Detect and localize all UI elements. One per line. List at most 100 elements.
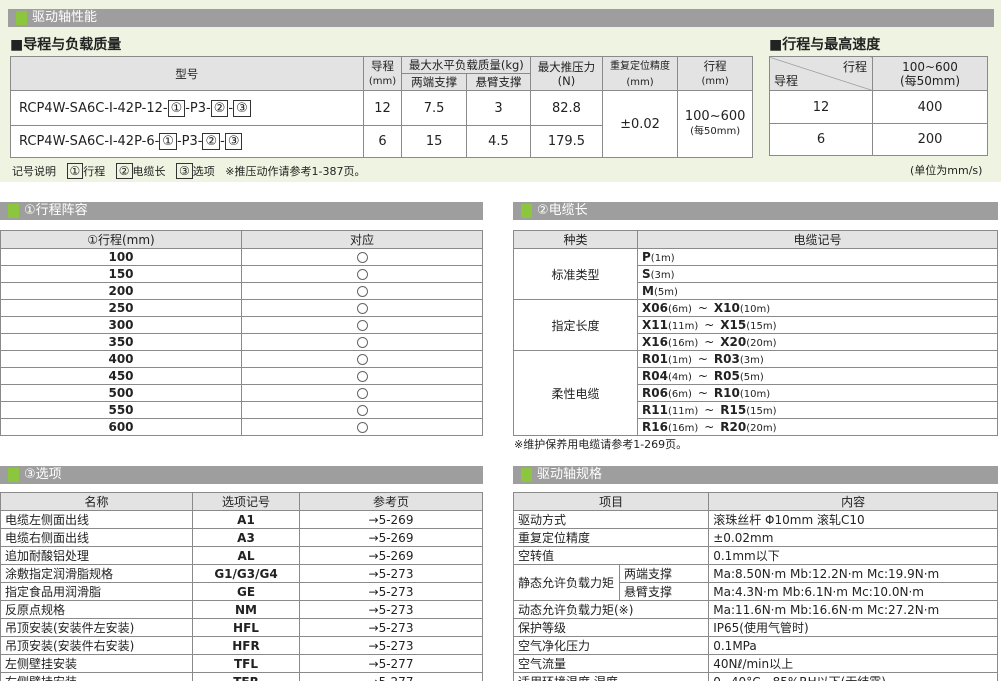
lead-load-table: 型号 导程 (mm) 最大水平负载质量(kg) 最大推压力 (N) 重复定位精度 (m…: [10, 56, 753, 158]
option-page-link[interactable]: →5-269: [299, 528, 483, 547]
stroke-value-cell: 600: [0, 418, 242, 436]
table-row: 6 200: [769, 123, 988, 156]
table-row: 右侧壁挂安装TFR→5-277: [0, 672, 483, 681]
option-page-link[interactable]: →5-269: [299, 546, 483, 565]
table-row: 200: [0, 282, 483, 300]
table-row: 驱动方式 滚珠丝杆 Φ10mm 滚轧C10: [512, 510, 998, 529]
cable-code-cell: R06(6m) ~ R10(10m): [637, 384, 998, 402]
table-row: 电缆右侧面出线 A3 →5-269: [0, 528, 483, 547]
option-code-cell: HFL: [192, 618, 300, 637]
support-cell: [241, 367, 483, 385]
option-page-link[interactable]: →5-277: [299, 672, 483, 681]
circle-mark-icon: [356, 388, 368, 399]
cable-code-cell: R16(16m) ~ R20(20m): [637, 418, 998, 436]
col-spec-content: 内容: [708, 492, 998, 511]
option-table: 名称 选项记号 参考页 电缆左侧面出线 A1 →5-269 电缆右侧面出线 A3 →5-2…: [0, 492, 483, 681]
circle-mark-icon: [356, 286, 368, 297]
stroke-speed-title: ■行程与最高速度: [769, 37, 881, 53]
option-name-cell: 左侧壁挂安装: [0, 654, 193, 673]
table-row: 指定长度 X06(6m) ~ X10(10m): [513, 299, 998, 351]
col-max-load: 最大水平负载质量(kg): [401, 56, 532, 74]
support-cell: [241, 316, 483, 334]
stroke-value-cell: 300: [0, 316, 242, 334]
col-cable-type: 种类: [513, 230, 638, 249]
circle-mark-icon: [356, 320, 368, 331]
table-row: 300: [0, 316, 483, 334]
support-cell: [241, 350, 483, 368]
col-both-support: 两端支撑: [401, 73, 467, 91]
table-row: 100: [0, 248, 483, 266]
option-page-link[interactable]: →5-273: [299, 600, 483, 619]
option-name-cell: 反原点规格: [0, 600, 193, 619]
circle-mark-icon: [356, 405, 368, 416]
option-code-cell: TFR: [192, 672, 300, 681]
speed-unit-note: (单位为mm/s): [910, 164, 983, 177]
diagonal-header: 行程 导程: [769, 56, 873, 91]
stroke-value-cell: 250: [0, 299, 242, 317]
stroke-cell: 100~600 (每50mm): [677, 90, 753, 158]
circle-mark-icon: [356, 303, 368, 314]
stroke-value-cell: 100: [0, 248, 242, 266]
repeat-cell: ±0.02: [601, 90, 679, 158]
table-row: 左侧壁挂安装 TFL →5-277: [0, 654, 483, 673]
circle-mark-icon: [356, 354, 368, 365]
table-row: 400: [0, 350, 483, 368]
col-cantilever: 悬臂支撑: [465, 73, 532, 91]
cable-table: 种类 电缆记号 标准类型 P(1m) S(3m) M(5m) 指定长度 X06(6m) ~ X…: [513, 230, 998, 436]
stroke-value-cell: 450: [0, 367, 242, 385]
cable-code-cell: X11(11m) ~ X15(15m): [637, 316, 998, 334]
table-row: 吊顶安装(安装件左安装) HFL →5-273: [0, 618, 483, 637]
option-code-cell: AL: [192, 546, 300, 565]
option-page-link[interactable]: →5-277: [299, 654, 483, 673]
option-page-link[interactable]: →5-273: [299, 582, 483, 601]
option-page-link[interactable]: →5-273: [299, 636, 483, 655]
option-code-cell: A1: [192, 510, 300, 529]
spec-section-title: 驱动轴规格: [537, 467, 603, 482]
table-row: 空气流量 40Nℓ/min以上: [512, 654, 998, 673]
option-name-cell: 追加耐酸铝处理: [0, 546, 193, 565]
option-page-link[interactable]: →5-273: [299, 564, 483, 583]
support-cell: [241, 333, 483, 351]
cable-code-cell: R11(11m) ~ R15(15m): [637, 401, 998, 419]
both-load-cell: 7.5: [401, 90, 467, 126]
option-code-cell: GE: [192, 582, 300, 601]
stroke-value-cell: 500: [0, 384, 242, 402]
table-row: 指定食品用润滑脂 GE →5-273: [0, 582, 483, 601]
col-cable-code: 电缆记号: [637, 230, 998, 249]
performance-panel: 驱动轴性能 ■导程与负载质量 ■行程与最高速度 型号 导程 (mm) 最大水平负载…: [0, 0, 1001, 182]
option-code-cell: TFL: [192, 654, 300, 673]
table-row: 柔性电缆 R01(1m) ~ R03(3m): [513, 350, 998, 436]
stroke-value-cell: 400: [0, 350, 242, 368]
circle-mark-icon: [356, 371, 368, 382]
table-row: 电缆左侧面出线 A1 →5-269: [0, 510, 483, 529]
option-page-link[interactable]: →5-269: [299, 510, 483, 529]
support-cell: [241, 265, 483, 283]
option-page-link[interactable]: →5-273: [299, 618, 483, 637]
spec-section-header: 驱动轴规格: [513, 466, 998, 484]
push-cell: 82.8: [530, 90, 603, 126]
table-row: 550: [0, 401, 483, 419]
table-row: 涂敷指定润滑脂规格 G1/G3/G4 →5-273: [0, 564, 483, 583]
stroke-value-cell: 200: [0, 282, 242, 300]
option-code-cell: G1/G3/G4: [192, 564, 300, 583]
table-row: 吊顶安装(安装件右安装) HFR →5-273: [0, 636, 483, 655]
support-cell: [241, 248, 483, 266]
speed-value-cell: 400: [872, 90, 988, 124]
lead-cell: 6: [362, 125, 403, 158]
option-name-cell: 电缆右侧面出线: [0, 528, 193, 547]
cable-section-header: ②电缆长: [513, 202, 998, 220]
option-name-cell: 电缆左侧面出线: [0, 510, 193, 529]
col-repeat: 重复定位精度 (mm): [601, 56, 679, 91]
table-row: 追加耐酸铝处理 AL →5-269: [0, 546, 483, 565]
stroke-speed-table: 行程 导程 100~600 (每50mm) 12 400 6 200: [769, 56, 988, 156]
legend-note: 记号说明 ① 行程 ② 电缆长 ③ 选项 ※推压动作请参考1-387页。: [12, 163, 366, 179]
cable-type-cell: 柔性电缆: [513, 350, 638, 436]
cable-code-cell: X16(16m) ~ X20(20m): [637, 333, 998, 351]
col-model: 型号: [10, 56, 364, 91]
cable-code-cell: S(3m): [637, 265, 998, 283]
support-cell: [241, 282, 483, 300]
table-row: 标准类型 P(1m): [513, 248, 998, 300]
circle-mark-icon: [356, 252, 368, 263]
performance-section-header: 驱动轴性能: [8, 9, 994, 27]
option-code-cell: NM: [192, 600, 300, 619]
